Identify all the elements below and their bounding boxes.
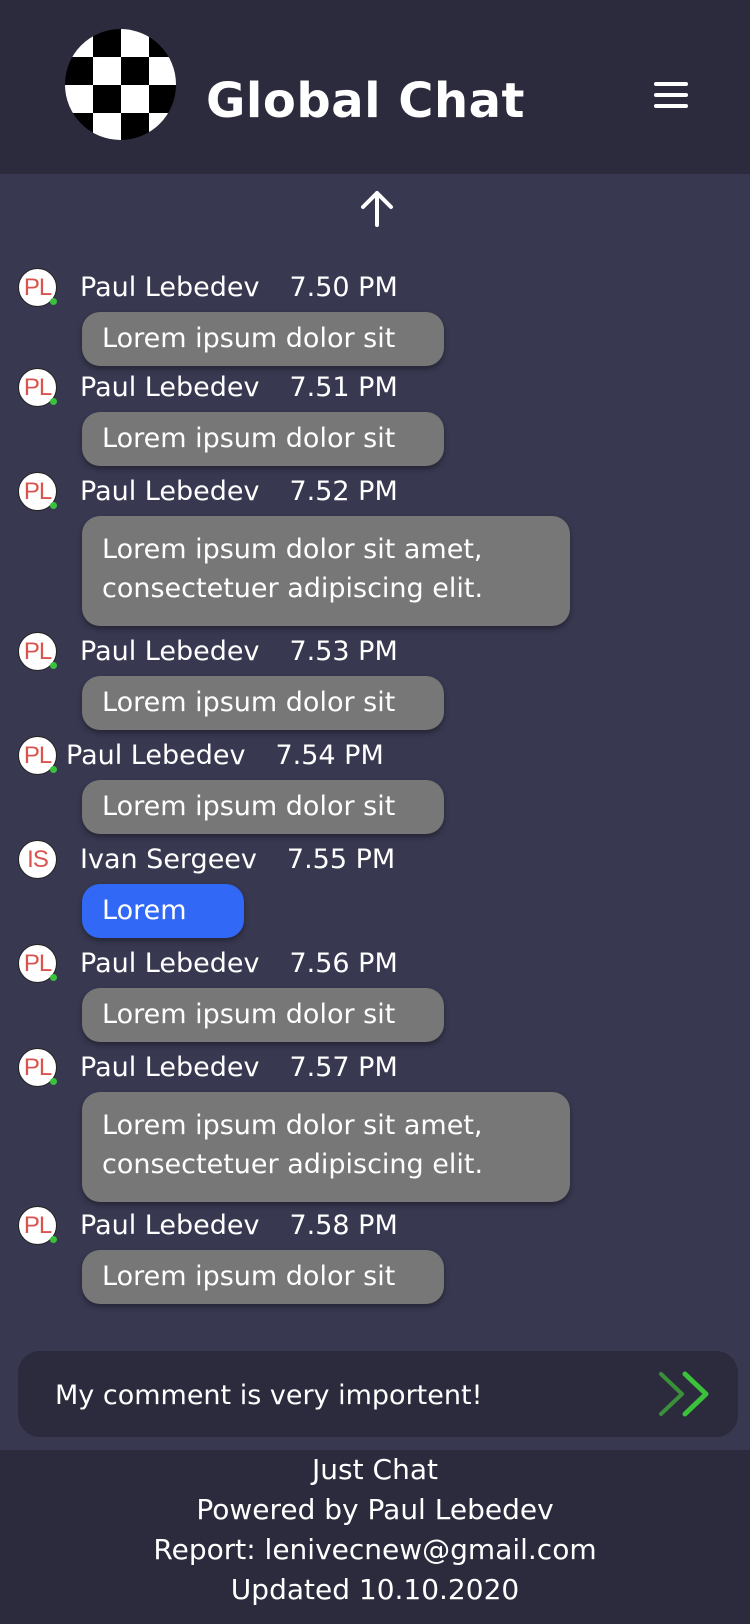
- online-status-dot: [50, 502, 57, 509]
- message-text: Lorem ipsum dolor sit amet,: [102, 1110, 483, 1141]
- double-chevron-right-icon: [659, 1371, 709, 1417]
- message-bubble[interactable]: Lorem ipsum dolor sit: [82, 780, 444, 834]
- avatar-initials: PL: [23, 742, 52, 769]
- message-meta: Paul Lebedev 7.52 PM: [80, 470, 398, 514]
- message-author: Ivan Sergeev: [80, 844, 257, 875]
- message-bubble[interactable]: Lorem ipsum dolor sit: [82, 988, 444, 1042]
- message-bubble[interactable]: Lorem ipsum dolor sit: [82, 676, 444, 730]
- message-meta: Paul Lebedev 7.56 PM: [80, 942, 398, 986]
- avatar-initials: PL: [23, 950, 52, 977]
- message-author: Paul Lebedev: [80, 1210, 260, 1241]
- message-composer: [18, 1351, 738, 1437]
- message-bubble[interactable]: Lorem ipsum dolor sit: [82, 312, 444, 366]
- online-status-dot: [50, 1078, 57, 1085]
- avatar[interactable]: IS: [18, 840, 57, 879]
- message-time: 7.57 PM: [289, 1052, 398, 1083]
- message-text: Lorem ipsum dolor sit: [102, 323, 396, 354]
- avatar[interactable]: PL: [18, 944, 57, 983]
- message-meta: Paul Lebedev 7.57 PM: [80, 1046, 398, 1090]
- message-author: Paul Lebedev: [80, 948, 260, 979]
- message-time: 7.53 PM: [289, 636, 398, 667]
- message-meta: Paul Lebedev 7.50 PM: [80, 266, 398, 310]
- message-meta: Paul Lebedev 7.53 PM: [80, 630, 398, 674]
- avatar-initials: IS: [27, 846, 49, 873]
- message-author: Paul Lebedev: [80, 476, 260, 507]
- message-meta: Paul Lebedev 7.54 PM: [66, 734, 384, 778]
- message-author: Paul Lebedev: [80, 372, 260, 403]
- checkered-flag-icon: [65, 29, 176, 140]
- message-text: Lorem ipsum dolor sit: [102, 999, 396, 1030]
- message-text: Lorem ipsum dolor sit: [102, 423, 396, 454]
- avatar[interactable]: PL: [18, 1206, 57, 1245]
- avatar-initials: PL: [23, 1054, 52, 1081]
- message-text: Lorem ipsum dolor sit: [102, 1261, 396, 1292]
- message-author: Paul Lebedev: [80, 1052, 260, 1083]
- footer-updated-date: Updated 10.10.2020: [230, 1573, 520, 1606]
- message-meta: Ivan Sergeev 7.55 PM: [80, 838, 395, 882]
- message-author: Paul Lebedev: [80, 636, 260, 667]
- message-time: 7.54 PM: [275, 740, 384, 771]
- footer-app-name: Just Chat: [312, 1453, 438, 1486]
- avatar[interactable]: PL: [18, 368, 57, 407]
- app-header: Global Chat: [0, 0, 750, 174]
- message-time: 7.50 PM: [289, 272, 398, 303]
- message-bubble[interactable]: Lorem ipsum dolor sit amet, consectetuer…: [82, 1092, 570, 1202]
- message-text: Lorem ipsum dolor sit: [102, 687, 396, 718]
- avatar[interactable]: PL: [18, 736, 57, 775]
- online-status-dot: [50, 398, 57, 405]
- message-author: Paul Lebedev: [80, 272, 260, 303]
- hamburger-menu-icon[interactable]: [650, 78, 690, 112]
- avatar-initials: PL: [23, 478, 52, 505]
- online-status-dot: [50, 766, 57, 773]
- message-text: Lorem: [102, 895, 187, 926]
- footer-report-email: Report: lenivecnew@gmail.com: [153, 1533, 597, 1566]
- avatar-initials: PL: [23, 1212, 52, 1239]
- arrow-up-icon[interactable]: [355, 186, 399, 230]
- avatar[interactable]: PL: [18, 472, 57, 511]
- message-time: 7.51 PM: [289, 372, 398, 403]
- app-footer: Just Chat Powered by Paul Lebedev Report…: [0, 1450, 750, 1624]
- online-status-dot: [50, 1236, 57, 1243]
- online-status-dot: [50, 662, 57, 669]
- avatar-initials: PL: [23, 374, 52, 401]
- message-text: Lorem ipsum dolor sit: [102, 791, 396, 822]
- message-bubble[interactable]: Lorem ipsum dolor sit amet, consectetuer…: [82, 516, 570, 626]
- avatar-initials: PL: [23, 638, 52, 665]
- message-meta: Paul Lebedev 7.58 PM: [80, 1204, 398, 1248]
- message-time: 7.55 PM: [286, 844, 396, 875]
- message-author: Paul Lebedev: [66, 740, 246, 771]
- avatar[interactable]: PL: [18, 632, 57, 671]
- message-meta: Paul Lebedev 7.51 PM: [80, 366, 398, 410]
- message-text: consectetuer adipiscing elit.: [102, 573, 484, 604]
- send-button[interactable]: [658, 1369, 716, 1419]
- message-time: 7.52 PM: [289, 476, 398, 507]
- online-status-dot: [50, 298, 57, 305]
- avatar-initials: PL: [23, 274, 52, 301]
- comment-input[interactable]: [53, 1371, 617, 1419]
- message-time: 7.56 PM: [289, 948, 398, 979]
- message-text: consectetuer adipiscing elit.: [102, 1149, 484, 1180]
- message-bubble[interactable]: Lorem ipsum dolor sit: [82, 1250, 444, 1304]
- avatar[interactable]: PL: [18, 1048, 57, 1087]
- message-bubble[interactable]: Lorem ipsum dolor sit: [82, 412, 444, 466]
- page-title: Global Chat: [206, 73, 525, 129]
- avatar[interactable]: PL: [18, 268, 57, 307]
- message-time: 7.58 PM: [289, 1210, 398, 1241]
- own-message-bubble[interactable]: Lorem: [82, 884, 244, 938]
- message-text: Lorem ipsum dolor sit amet,: [102, 534, 483, 565]
- online-status-dot: [50, 974, 57, 981]
- footer-credit: Powered by Paul Lebedev: [196, 1493, 554, 1526]
